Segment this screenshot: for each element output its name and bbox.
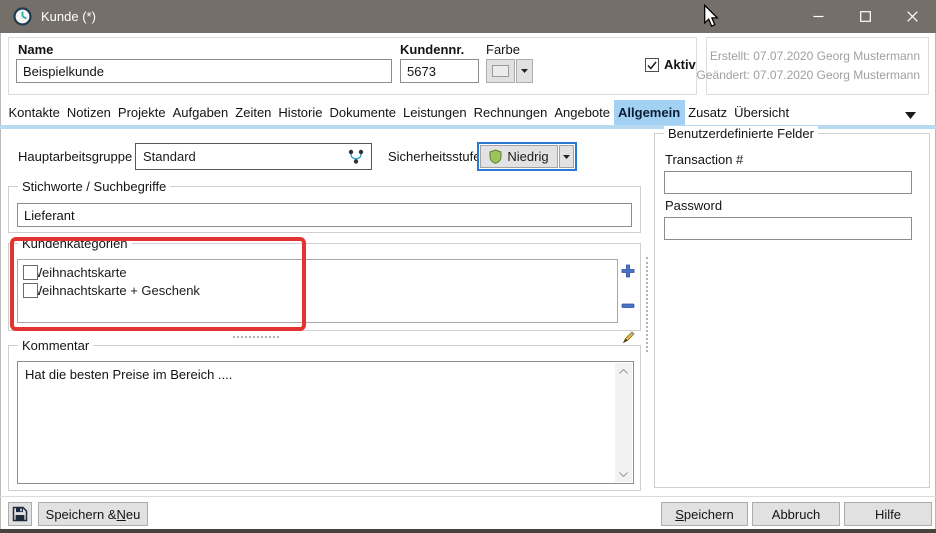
- tab-projekte[interactable]: Projekte: [114, 100, 169, 125]
- titlebar: Kunde (*): [0, 0, 936, 33]
- stichworte-legend: Stichworte / Suchbegriffe: [18, 179, 170, 194]
- tab-notizen[interactable]: Notizen: [63, 100, 114, 125]
- password-label: Password: [665, 198, 722, 213]
- kommentar-legend: Kommentar: [18, 338, 93, 353]
- button-label: N: [116, 507, 125, 522]
- category-checkbox[interactable]: [23, 265, 38, 280]
- window-title: Kunde (*): [41, 9, 96, 24]
- kommentar-textarea[interactable]: Hat die besten Preise im Bereich ....: [18, 362, 615, 483]
- button-label: Hilfe: [875, 507, 901, 522]
- hilfe-button[interactable]: Hilfe: [844, 502, 932, 526]
- footer-separator: [0, 496, 936, 497]
- tab-rechnungen[interactable]: Rechnungen: [470, 100, 551, 125]
- tab-zeiten[interactable]: Zeiten: [232, 100, 275, 125]
- maximize-button[interactable]: [842, 0, 889, 33]
- farbe-dropdown-button[interactable]: [516, 59, 533, 83]
- stichworte-group: Stichworte / Suchbegriffe: [8, 186, 641, 233]
- list-item[interactable]: Weihnachtskarte: [18, 263, 617, 281]
- kunde-window: Kunde (*) Name Kundennr. Farbe Aktiv Ers…: [0, 0, 936, 533]
- sicherheitsstufe-value: Niedrig: [507, 149, 548, 164]
- benutzerdefinierte-felder-legend: Benutzerdefinierte Felder: [664, 126, 818, 141]
- password-input[interactable]: [664, 217, 912, 240]
- button-label: Speichern &: [46, 507, 117, 522]
- scroll-down-button[interactable]: [615, 466, 632, 482]
- sicherheitsstufe-label: Sicherheitsstufe: [388, 149, 481, 164]
- stichworte-input[interactable]: [17, 203, 632, 227]
- button-label: Abbruch: [772, 507, 820, 522]
- workgroup-icon[interactable]: [346, 148, 366, 169]
- speichern-neu-button[interactable]: Speichern & Neu: [38, 502, 148, 526]
- category-label: Weihnachtskarte: [30, 265, 127, 280]
- minimize-button[interactable]: [795, 0, 842, 33]
- tab-uebersicht[interactable]: Übersicht: [731, 100, 793, 125]
- window-bottom-border: [0, 529, 936, 533]
- audit-panel: Erstellt: 07.07.2020 Georg Mustermann Ge…: [706, 37, 929, 95]
- modified-text: Geändert: 07.07.2020 Georg Mustermann: [697, 66, 920, 85]
- name-input[interactable]: [16, 59, 392, 83]
- transaction-input[interactable]: [664, 171, 912, 194]
- chevron-down-icon: [905, 112, 916, 119]
- button-label: eu: [126, 507, 140, 522]
- minus-icon: [621, 303, 635, 309]
- scrollbar[interactable]: [615, 363, 632, 482]
- button-label: peichern: [684, 507, 734, 522]
- color-swatch: [492, 65, 509, 77]
- tab-aufgaben[interactable]: Aufgaben: [169, 100, 232, 125]
- remove-category-button[interactable]: [621, 297, 635, 312]
- tab-angebote[interactable]: Angebote: [551, 100, 614, 125]
- button-label: S: [675, 507, 684, 522]
- kommentar-group: Kommentar Hat die besten Preise im Berei…: [8, 345, 641, 491]
- aktiv-checkbox[interactable]: [645, 58, 659, 72]
- sicherheitsstufe-dropdown[interactable]: Niedrig: [477, 142, 577, 171]
- edit-pencil-icon: [621, 330, 636, 345]
- created-text: Erstellt: 07.07.2020 Georg Mustermann: [710, 47, 920, 66]
- plus-icon: [621, 264, 635, 278]
- check-icon: [647, 61, 657, 70]
- tab-allgemein[interactable]: Allgemein: [614, 100, 685, 125]
- vertical-splitter-grip[interactable]: [646, 257, 648, 352]
- hauptarbeitsgruppe-field[interactable]: Standard: [135, 143, 372, 170]
- save-icon-button[interactable]: [8, 502, 32, 526]
- horizontal-splitter-grip[interactable]: [233, 336, 279, 338]
- chevron-down-icon: [619, 472, 628, 477]
- kundenkategorien-legend: Kundenkategorien: [18, 236, 132, 251]
- tab-overflow-button[interactable]: [905, 107, 916, 122]
- name-label: Name: [18, 42, 53, 57]
- tab-historie[interactable]: Historie: [275, 100, 326, 125]
- abbruch-button[interactable]: Abbruch: [752, 502, 840, 526]
- kundenkategorien-list[interactable]: Weihnachtskarte Weihnachtskarte + Gesche…: [17, 259, 618, 323]
- chevron-up-icon: [619, 369, 628, 374]
- tab-dokumente[interactable]: Dokumente: [326, 100, 399, 125]
- tab-leistungen[interactable]: Leistungen: [399, 100, 470, 125]
- chevron-down-icon: [521, 69, 528, 73]
- tab-bar: Kontakte Notizen Projekte Aufgaben Zeite…: [0, 100, 936, 125]
- benutzerdefinierte-felder-group: Benutzerdefinierte Felder Transaction # …: [654, 133, 930, 488]
- hauptarbeitsgruppe-value: Standard: [143, 149, 196, 164]
- app-clock-icon: [13, 7, 32, 26]
- scroll-up-button[interactable]: [615, 363, 632, 379]
- transaction-label: Transaction #: [665, 152, 743, 167]
- kundennr-input[interactable]: [400, 59, 479, 83]
- category-checkbox[interactable]: [23, 283, 38, 298]
- list-item[interactable]: Weihnachtskarte + Geschenk: [18, 281, 617, 299]
- shield-icon: [489, 149, 502, 164]
- save-floppy-icon: [12, 506, 28, 522]
- farbe-label: Farbe: [486, 42, 520, 57]
- farbe-swatch-button[interactable]: [486, 59, 515, 83]
- sicherheitsstufe-button[interactable]: Niedrig: [480, 145, 558, 168]
- speichern-button[interactable]: Speichern: [661, 502, 748, 526]
- kundennr-label: Kundennr.: [400, 42, 464, 57]
- tab-kontakte[interactable]: Kontakte: [5, 100, 63, 125]
- tab-zusatz[interactable]: Zusatz: [685, 100, 731, 125]
- aktiv-label: Aktiv: [664, 57, 696, 72]
- close-button[interactable]: [889, 0, 936, 33]
- sicherheitsstufe-arrow-button[interactable]: [559, 145, 574, 168]
- kundenkategorien-group: Kundenkategorien Weihnachtskarte Weihnac…: [8, 243, 641, 331]
- hauptarbeitsgruppe-label: Hauptarbeitsgruppe: [18, 149, 132, 164]
- chevron-down-icon: [563, 155, 570, 159]
- category-label: Weihnachtskarte + Geschenk: [30, 283, 200, 298]
- add-category-button[interactable]: [621, 264, 635, 281]
